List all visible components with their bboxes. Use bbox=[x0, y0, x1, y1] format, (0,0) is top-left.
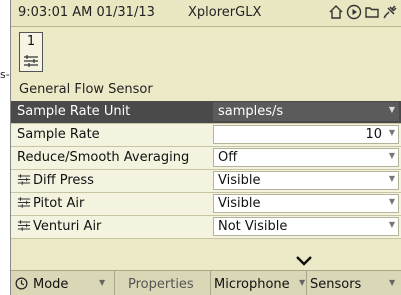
sensor-name: General Flow Sensor bbox=[19, 82, 153, 97]
property-value: Not Visible bbox=[218, 219, 288, 234]
property-value: Off bbox=[218, 150, 238, 165]
power-plug-icon[interactable] bbox=[382, 4, 398, 20]
sensors-button[interactable]: Sensors ▼ bbox=[307, 271, 401, 295]
dropdown-arrow-icon: ▼ bbox=[388, 105, 395, 114]
play-icon[interactable] bbox=[346, 4, 362, 20]
property-value: 10 bbox=[365, 127, 382, 142]
app-title: XplorerGLX bbox=[188, 5, 262, 20]
sensor-channel-badge[interactable]: 1 bbox=[19, 32, 43, 72]
sensor-header: 1 General Flow Sensor bbox=[11, 27, 401, 101]
sensor-channel-number: 1 bbox=[26, 34, 36, 49]
pitot-air-visibility-select[interactable]: Visible ▼ bbox=[213, 194, 399, 213]
property-label-text: Pitot Air bbox=[33, 196, 85, 211]
status-bar: 9:03:01 AM 01/31/13 XplorerGLX bbox=[11, 0, 401, 27]
venturi-air-visibility-select[interactable]: Not Visible ▼ bbox=[213, 217, 399, 236]
dropdown-arrow-icon: ▼ bbox=[299, 278, 306, 287]
property-value: samples/s bbox=[218, 104, 284, 119]
dropdown-arrow-icon: ▼ bbox=[388, 174, 395, 183]
property-label: Diff Press bbox=[17, 173, 94, 188]
dropdown-arrow-icon: ▼ bbox=[388, 128, 395, 137]
property-value: Visible bbox=[218, 173, 261, 188]
xplorer-glx-screen: 9:03:01 AM 01/31/13 XplorerGLX 1 General… bbox=[10, 0, 401, 295]
clock-text: 9:03:01 AM 01/31/13 bbox=[18, 5, 155, 20]
chevron-down-icon[interactable] bbox=[295, 252, 313, 266]
property-row-diff-press[interactable]: Diff Press Visible ▼ bbox=[11, 170, 401, 193]
property-row-reduce-smooth-averaging[interactable]: Reduce/Smooth Averaging Off ▼ bbox=[11, 147, 401, 170]
property-row-venturi-air[interactable]: Venturi Air Not Visible ▼ bbox=[11, 216, 401, 239]
properties-list: Sample Rate Unit samples/s ▼ Sample Rate… bbox=[11, 101, 401, 239]
microphone-button[interactable]: Microphone ▼ bbox=[211, 271, 307, 295]
properties-button[interactable]: Properties bbox=[115, 271, 211, 295]
mode-label: Mode bbox=[33, 277, 69, 292]
averaging-select[interactable]: Off ▼ bbox=[213, 148, 399, 167]
property-label: Sample Rate bbox=[17, 127, 100, 142]
dropdown-arrow-icon: ▼ bbox=[389, 278, 396, 287]
flow-sensor-icon bbox=[17, 196, 31, 209]
property-label: Reduce/Smooth Averaging bbox=[17, 150, 190, 165]
properties-label: Properties bbox=[128, 277, 194, 292]
property-label: Sample Rate Unit bbox=[17, 104, 131, 119]
property-label-text: Venturi Air bbox=[33, 219, 102, 234]
property-label-text: Diff Press bbox=[33, 173, 94, 188]
property-row-sample-rate-unit[interactable]: Sample Rate Unit samples/s ▼ bbox=[11, 101, 401, 124]
sample-rate-unit-select[interactable]: samples/s ▼ bbox=[213, 102, 399, 121]
property-label: Pitot Air bbox=[17, 196, 84, 211]
flow-sensor-icon bbox=[23, 53, 39, 72]
dropdown-arrow-icon: ▼ bbox=[388, 220, 395, 229]
dropdown-arrow-icon: ▼ bbox=[99, 278, 106, 287]
property-row-pitot-air[interactable]: Pitot Air Visible ▼ bbox=[11, 193, 401, 216]
status-icons bbox=[328, 4, 398, 20]
mode-button[interactable]: Mode ▼ bbox=[11, 271, 115, 295]
flow-sensor-icon bbox=[17, 173, 31, 186]
property-row-sample-rate[interactable]: Sample Rate 10 ▼ bbox=[11, 124, 401, 147]
clock-icon bbox=[15, 277, 28, 294]
sample-rate-select[interactable]: 10 ▼ bbox=[213, 125, 399, 144]
dropdown-arrow-icon: ▼ bbox=[388, 197, 395, 206]
microphone-label: Microphone bbox=[214, 277, 290, 292]
home-icon[interactable] bbox=[328, 4, 344, 20]
sensors-label: Sensors bbox=[310, 277, 362, 292]
bottom-toolbar: Mode ▼ Properties Microphone ▼ Sensors ▼ bbox=[11, 270, 401, 295]
property-value: Visible bbox=[218, 196, 261, 211]
dropdown-arrow-icon: ▼ bbox=[388, 151, 395, 160]
folder-icon[interactable] bbox=[364, 4, 380, 20]
property-label: Venturi Air bbox=[17, 219, 101, 234]
diff-press-visibility-select[interactable]: Visible ▼ bbox=[213, 171, 399, 190]
flow-sensor-icon bbox=[17, 219, 31, 232]
